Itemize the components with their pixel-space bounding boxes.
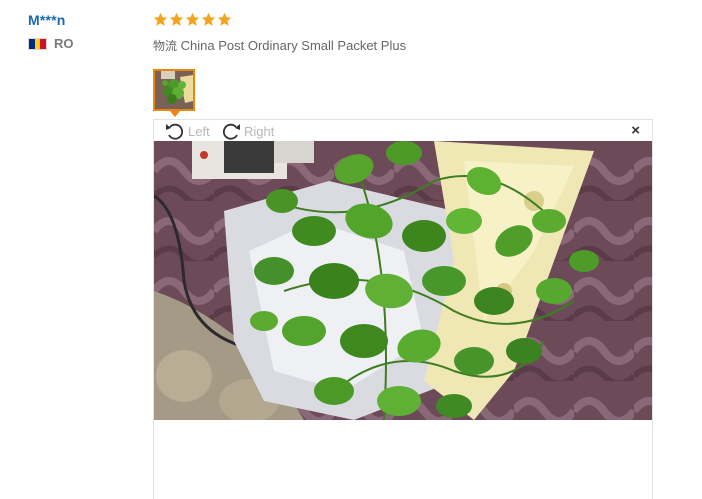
reviewer-country: RO: [28, 36, 138, 51]
viewer-toolbar: Left Right ×: [154, 120, 652, 141]
logistics-value: China Post Ordinary Small Packet Plus: [180, 38, 407, 53]
star-icon: [201, 12, 216, 26]
romania-flag-icon: [28, 37, 47, 50]
reviewer-info: M***n RO: [28, 12, 138, 51]
review-photo: [154, 141, 652, 420]
plant-photo-image: [154, 141, 652, 420]
review-content: 物流 China Post Ordinary Small Packet Plus: [153, 12, 653, 54]
rotate-right-button[interactable]: Right: [220, 121, 274, 141]
close-button[interactable]: ×: [631, 123, 640, 138]
rotate-left-button[interactable]: Left: [164, 121, 210, 141]
logistics-info: 物流 China Post Ordinary Small Packet Plus: [153, 37, 653, 54]
star-rating: [153, 12, 653, 30]
star-icon: [169, 12, 184, 26]
rotate-right-label: Right: [244, 123, 275, 139]
reviewer-name: M***n: [28, 12, 66, 28]
thumbnail-pointer: [170, 111, 180, 117]
rotate-left-label: Left: [188, 123, 210, 139]
review-photo-thumbnail[interactable]: [153, 69, 195, 111]
image-viewer: Left Right ×: [153, 119, 653, 499]
country-code: RO: [54, 36, 74, 51]
rotate-left-icon: [166, 123, 184, 140]
star-icon: [217, 12, 232, 26]
logistics-label: 物流: [153, 39, 178, 53]
star-icon: [153, 12, 168, 26]
thumbnail-image: [155, 71, 193, 109]
rotate-right-icon: [222, 123, 240, 140]
star-icon: [185, 12, 200, 26]
